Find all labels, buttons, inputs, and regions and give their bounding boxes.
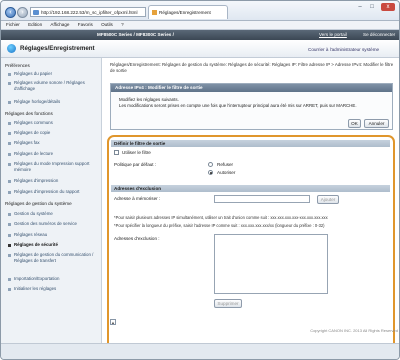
page-title: Réglages/Enregistrement bbox=[20, 45, 95, 52]
allow-radio[interactable] bbox=[208, 170, 213, 175]
back-arrow-icon: ‹ bbox=[9, 9, 12, 16]
sidebar-section-preferences: Préférences bbox=[5, 63, 30, 68]
exception-address-list[interactable] bbox=[214, 234, 328, 294]
close-button[interactable]: x bbox=[381, 3, 395, 11]
menu-file[interactable]: Fichier bbox=[6, 21, 20, 29]
sidebar-item-clock[interactable]: Réglage horloge/détails bbox=[8, 99, 100, 105]
menu-edit[interactable]: Edition bbox=[28, 21, 42, 29]
menu-view[interactable]: Affichage bbox=[50, 21, 69, 29]
delete-button[interactable]: Supprimer bbox=[214, 299, 242, 308]
settings-globe-icon bbox=[7, 44, 16, 53]
memorize-address-label: Adresse à mémoriser : bbox=[114, 196, 161, 201]
sidebar-item-common[interactable]: Réglages communs bbox=[8, 120, 100, 126]
exception-list-label: Adresses d'exclusion : bbox=[114, 236, 160, 241]
sidebar-item-network[interactable]: Réglages réseau bbox=[8, 232, 100, 238]
sidebar-item-fax[interactable]: Réglages fax bbox=[8, 140, 100, 146]
sidebar: Préférences Réglages du papier Réglages … bbox=[1, 58, 102, 343]
breadcrumb: Réglages/Enregistrement: Réglages de ges… bbox=[110, 62, 394, 73]
browser-window: ‹ › http://192.168.222.53/m_sc_ipfilter_… bbox=[0, 0, 400, 360]
exceptions-section-header: Adresses d'exclusion bbox=[111, 185, 390, 192]
cancel-button[interactable]: Annuler bbox=[364, 119, 389, 128]
refuse-radio[interactable] bbox=[208, 162, 213, 167]
portal-link[interactable]: Vers le portail bbox=[319, 30, 347, 40]
sidebar-item-volume-display[interactable]: Réglages volume sonore / Réglages d'affi… bbox=[8, 80, 100, 92]
panel-notice: Les modifications seront prises en compt… bbox=[119, 103, 357, 108]
sidebar-item-import-export[interactable]: Importation/Exportation bbox=[8, 276, 100, 282]
sidebar-item-memory-print[interactable]: Réglages du mode Impression support mémo… bbox=[8, 161, 100, 173]
sidebar-item-copy[interactable]: Réglages de copie bbox=[8, 130, 100, 136]
maximize-button[interactable]: □ bbox=[367, 3, 377, 11]
allow-label: Autoriser bbox=[217, 170, 236, 175]
use-filter-label: Utiliser le filtre bbox=[122, 150, 151, 155]
url-text: http://192.168.222.53/m_sc_ipfilter_ofpx… bbox=[41, 10, 138, 15]
sidebar-item-security[interactable]: Réglages de sécurité bbox=[8, 242, 100, 248]
top-banner: MF8500C Series / MF8300C Series / Vers l… bbox=[1, 30, 399, 40]
sidebar-item-service-numbers[interactable]: Gestion des numéros de service bbox=[8, 221, 100, 227]
sidebar-item-paper[interactable]: Réglages du papier bbox=[8, 71, 100, 77]
tab-title: Réglages/Enregistrement bbox=[159, 10, 211, 15]
status-bar bbox=[1, 343, 399, 359]
default-policy-label: Politique par défaut : bbox=[114, 162, 157, 167]
page-icon bbox=[33, 10, 39, 15]
main-content: Réglages/Enregistrement: Réglages de ges… bbox=[102, 58, 399, 359]
sidebar-item-reset[interactable]: Initialiser les réglages bbox=[8, 286, 100, 292]
sidebar-item-communication[interactable]: Réglages de gestion du communication / R… bbox=[8, 252, 100, 264]
prefix-note: *Pour spécifier la longueur du préfixe, … bbox=[114, 223, 325, 228]
forward-arrow-icon: › bbox=[21, 9, 24, 16]
address-input[interactable] bbox=[214, 195, 310, 203]
sidebar-item-report-print[interactable]: Réglages d'impression du rapport bbox=[8, 189, 100, 195]
sidebar-item-print[interactable]: Réglages d'impression bbox=[8, 178, 100, 184]
menu-help[interactable]: ? bbox=[121, 21, 124, 29]
browser-tab[interactable]: Réglages/Enregistrement bbox=[148, 5, 228, 19]
url-field[interactable]: http://192.168.222.53/m_sc_ipfilter_ofpx… bbox=[30, 7, 146, 17]
forward-button[interactable]: › bbox=[17, 7, 28, 18]
use-filter-checkbox[interactable] bbox=[114, 150, 119, 155]
product-name: MF8500C Series / MF8300C Series / bbox=[97, 32, 174, 37]
filter-section-header: Définir le filtre de sortie bbox=[111, 140, 390, 147]
minimize-button[interactable]: – bbox=[355, 3, 365, 11]
page-header: Réglages/Enregistrement Courrier à l'adm… bbox=[1, 40, 399, 58]
add-button[interactable]: Ajouter bbox=[317, 195, 339, 204]
refuse-label: Refuser bbox=[217, 162, 234, 167]
range-note: *Pour saisir plusieurs adresses IP simul… bbox=[114, 215, 328, 220]
mail-admin-link[interactable]: Courrier à l'administrateur système bbox=[308, 47, 379, 52]
menu-favorites[interactable]: Favoris bbox=[78, 21, 93, 29]
back-to-top-icon[interactable]: ▲ bbox=[110, 319, 116, 325]
logout-link[interactable]: Se déconnecter bbox=[363, 30, 395, 40]
sidebar-section-system: Réglages de gestion du système bbox=[5, 201, 72, 206]
sidebar-item-system-management[interactable]: Gestion du système bbox=[8, 211, 100, 217]
info-panel: Adresse IPv4 : Modifier le filtre de sor… bbox=[110, 83, 393, 130]
ok-button[interactable]: OK bbox=[348, 119, 361, 128]
tab-favicon-icon bbox=[152, 10, 157, 15]
panel-title: Adresse IPv4 : Modifier le filtre de sor… bbox=[111, 84, 392, 92]
address-bar: ‹ › http://192.168.222.53/m_sc_ipfilter_… bbox=[1, 1, 399, 21]
sidebar-section-functions: Réglages des fonctions bbox=[5, 111, 53, 116]
sidebar-item-scan[interactable]: Réglages de lecture bbox=[8, 151, 100, 157]
copyright: Copyright CANON INC. 2013 All Rights Res… bbox=[310, 328, 398, 333]
menu-tools[interactable]: Outils bbox=[101, 21, 113, 29]
menu-bar: Fichier Edition Affichage Favoris Outils… bbox=[1, 21, 399, 30]
back-button[interactable]: ‹ bbox=[5, 7, 16, 18]
